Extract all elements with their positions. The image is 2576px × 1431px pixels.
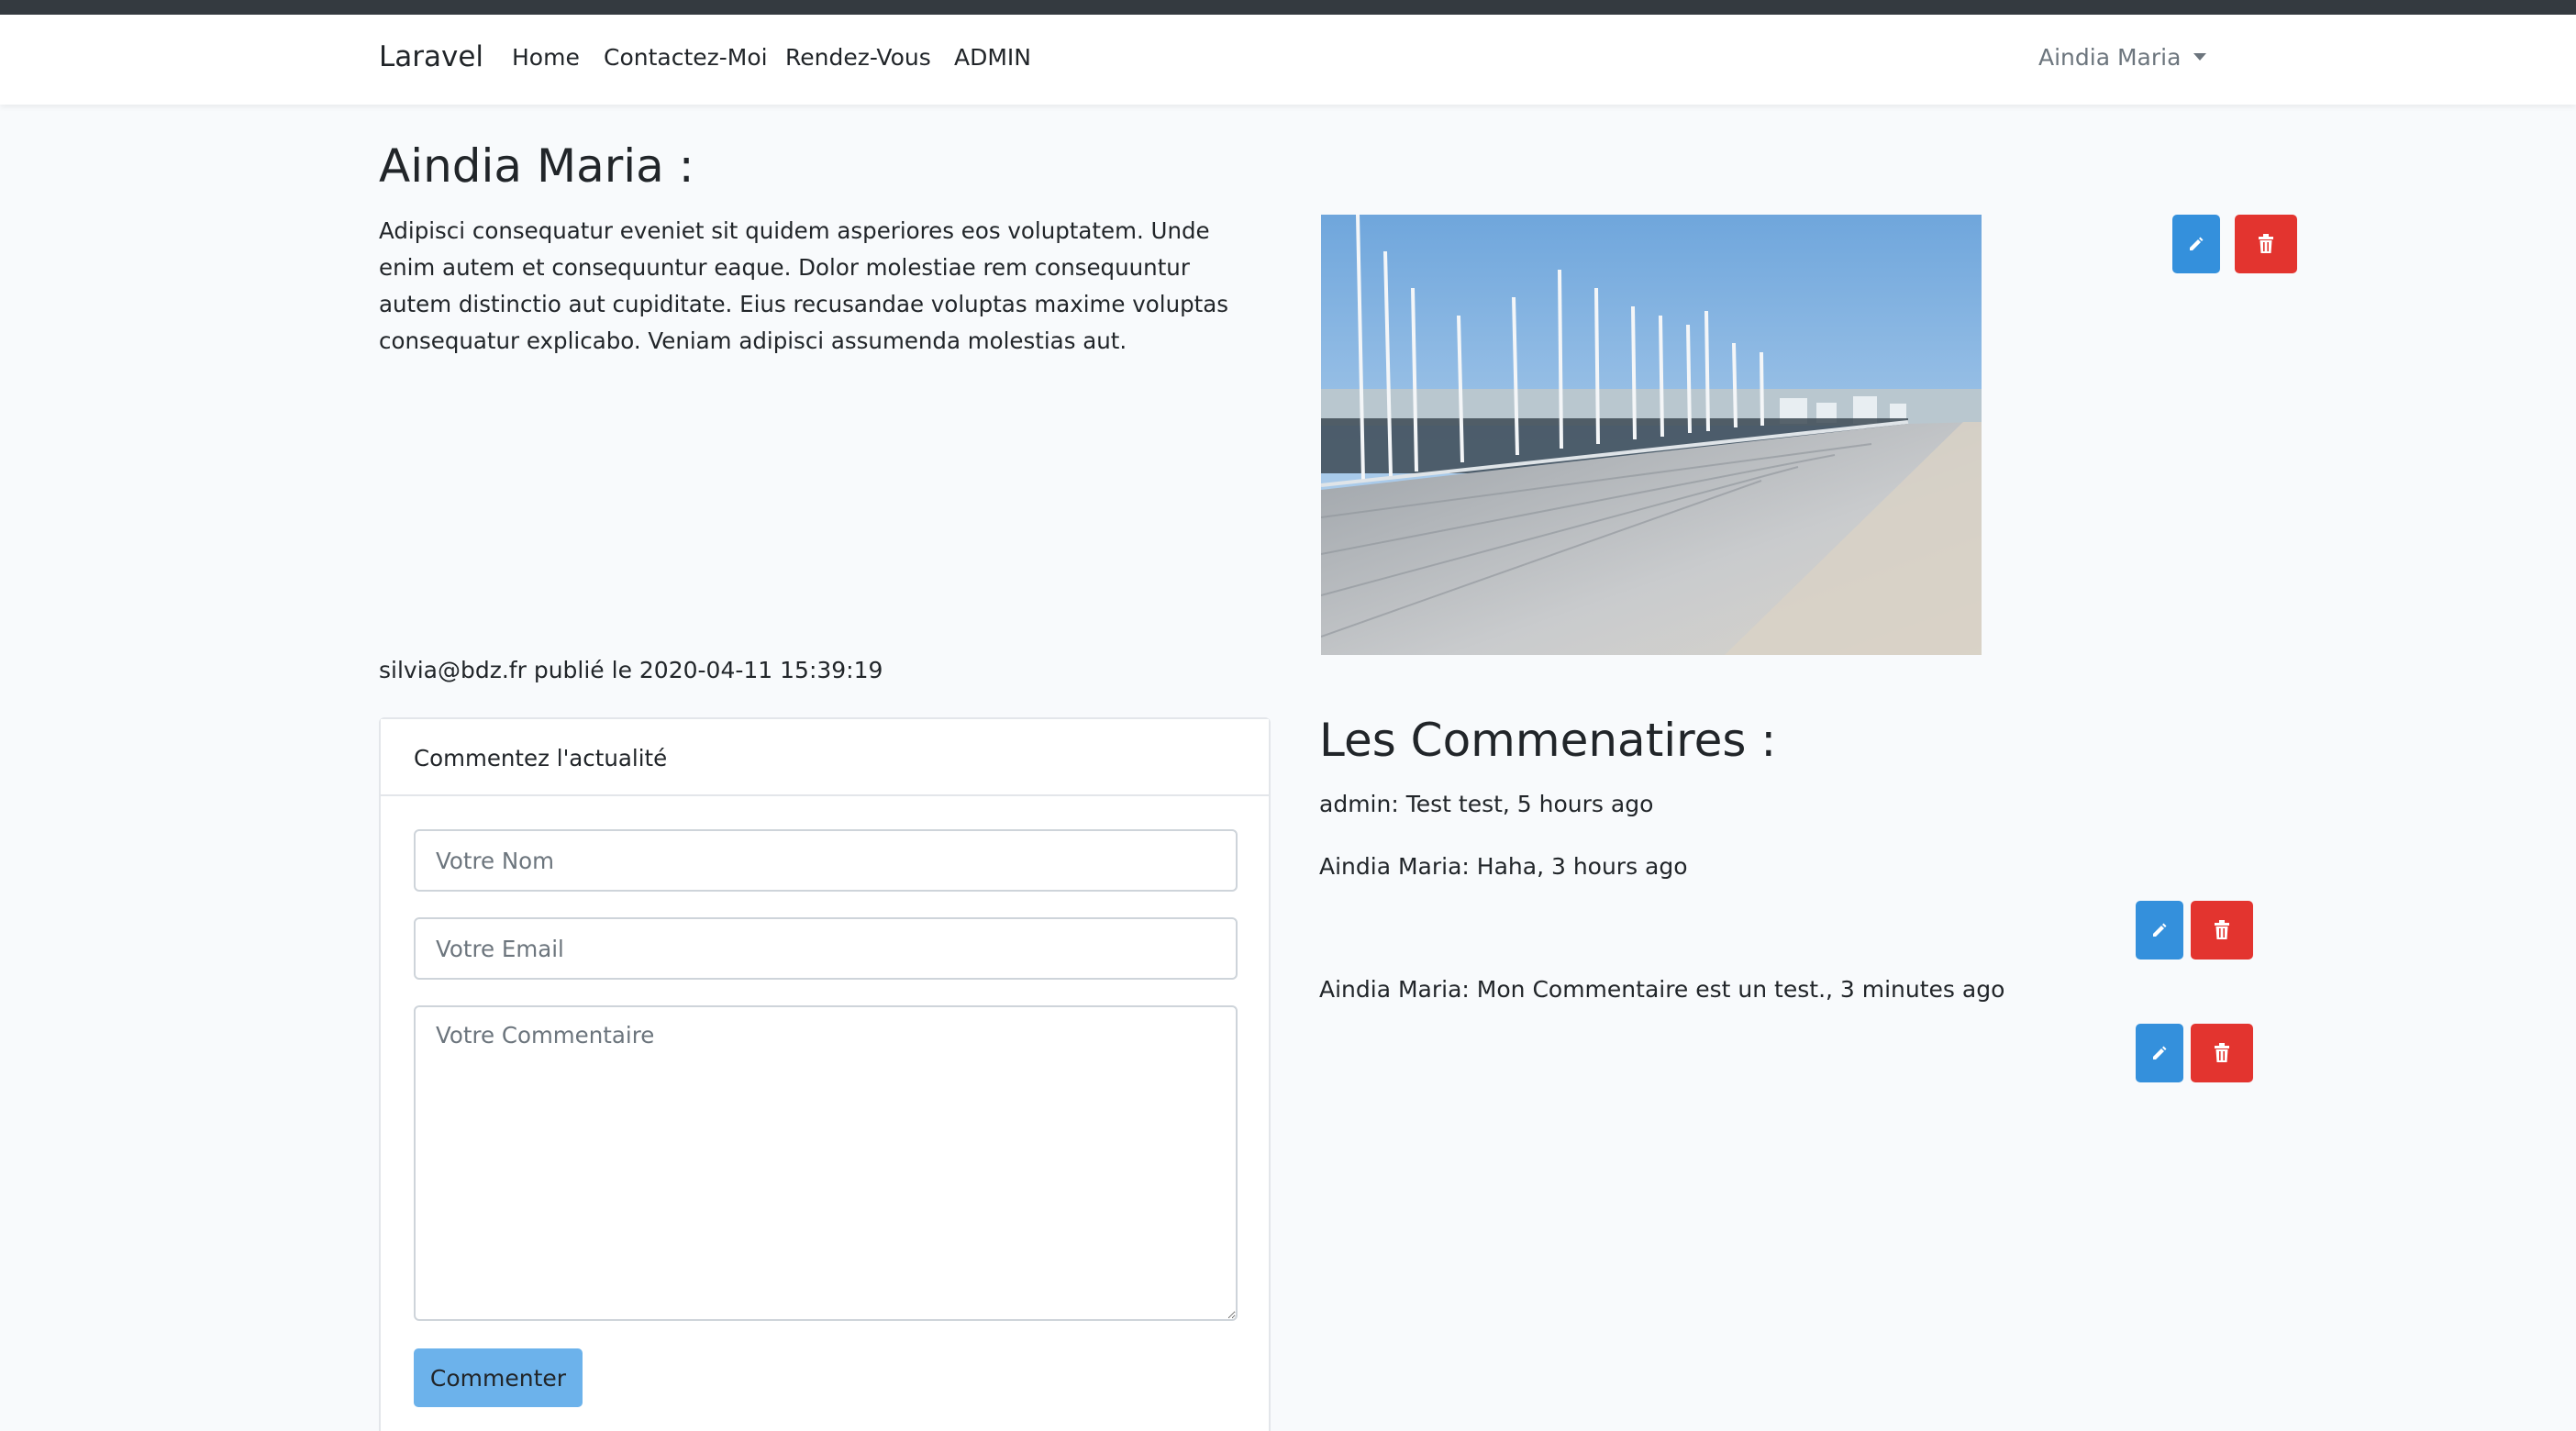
nav-link-rendez-vous[interactable]: Rendez-Vous — [785, 44, 931, 71]
comment-separator: : — [1461, 853, 1477, 880]
comment-author: admin — [1319, 791, 1392, 817]
edit-post-button[interactable] — [2172, 215, 2220, 273]
comment-form-header: Commentez l'actualité — [381, 719, 1269, 796]
delete-comment-button[interactable] — [2191, 1024, 2253, 1082]
post-image — [1321, 215, 1982, 655]
delete-post-button[interactable] — [2235, 215, 2297, 273]
comment-textarea[interactable] — [414, 1005, 1238, 1321]
trash-icon — [2259, 234, 2273, 253]
nav-link-contact[interactable]: Contactez-Moi — [604, 44, 768, 71]
nav-link-home[interactable]: Home — [512, 44, 580, 71]
post-meta: silvia@bdz.fr publié le 2020-04-11 15:39… — [379, 657, 883, 683]
delete-comment-button[interactable] — [2191, 901, 2253, 960]
post-author-email: silvia@bdz.fr — [379, 657, 527, 683]
nav-link-admin[interactable]: ADMIN — [954, 44, 1031, 71]
submit-comment-button[interactable]: Commenter — [414, 1348, 583, 1407]
comment-item: admin: Test test, 5 hours ago — [1319, 791, 1653, 817]
trash-icon — [2215, 920, 2229, 939]
caret-down-icon — [2193, 53, 2207, 61]
navbar: Laravel Home Contactez-Moi Rendez-Vous A… — [0, 15, 2576, 105]
comment-item: Aindia Maria: Haha, 3 hours ago — [1319, 853, 1688, 880]
post-body: Adipisci consequatur eveniet sit quidem … — [379, 217, 1229, 354]
name-input[interactable] — [414, 829, 1238, 892]
comment-item: Aindia Maria: Mon Commentaire est un tes… — [1319, 976, 2004, 1003]
comment-text: Test test, 5 hours ago — [1405, 791, 1654, 817]
comment-author: Aindia Maria — [1319, 853, 1462, 880]
edit-comment-button[interactable] — [2136, 901, 2183, 960]
post-published-date: publié le 2020-04-11 15:39:19 — [526, 657, 883, 683]
post-title: Aindia Maria : — [379, 139, 694, 193]
marina-photo-icon — [1321, 215, 1982, 655]
user-name: Aindia Maria — [2038, 44, 2182, 71]
brand-link[interactable]: Laravel — [379, 40, 483, 73]
user-dropdown[interactable]: Aindia Maria — [2038, 44, 2207, 71]
comment-separator: : — [1391, 791, 1406, 817]
comment-form-card: Commentez l'actualité Commenter — [379, 717, 1271, 1431]
trash-icon — [2215, 1043, 2229, 1062]
comment-text: Mon Commentaire est un test., 3 minutes … — [1476, 976, 2005, 1003]
comment-text: Haha, 3 hours ago — [1476, 853, 1688, 880]
comment-author: Aindia Maria — [1319, 976, 1462, 1003]
top-accent-bar — [0, 0, 2576, 15]
comment-separator: : — [1461, 976, 1477, 1003]
edit-comment-button[interactable] — [2136, 1024, 2183, 1082]
pencil-icon — [2153, 923, 2167, 937]
pencil-icon — [2153, 1046, 2167, 1059]
email-input[interactable] — [414, 917, 1238, 980]
comments-title: Les Commenatires : — [1319, 714, 1777, 767]
pencil-icon — [2190, 237, 2204, 250]
